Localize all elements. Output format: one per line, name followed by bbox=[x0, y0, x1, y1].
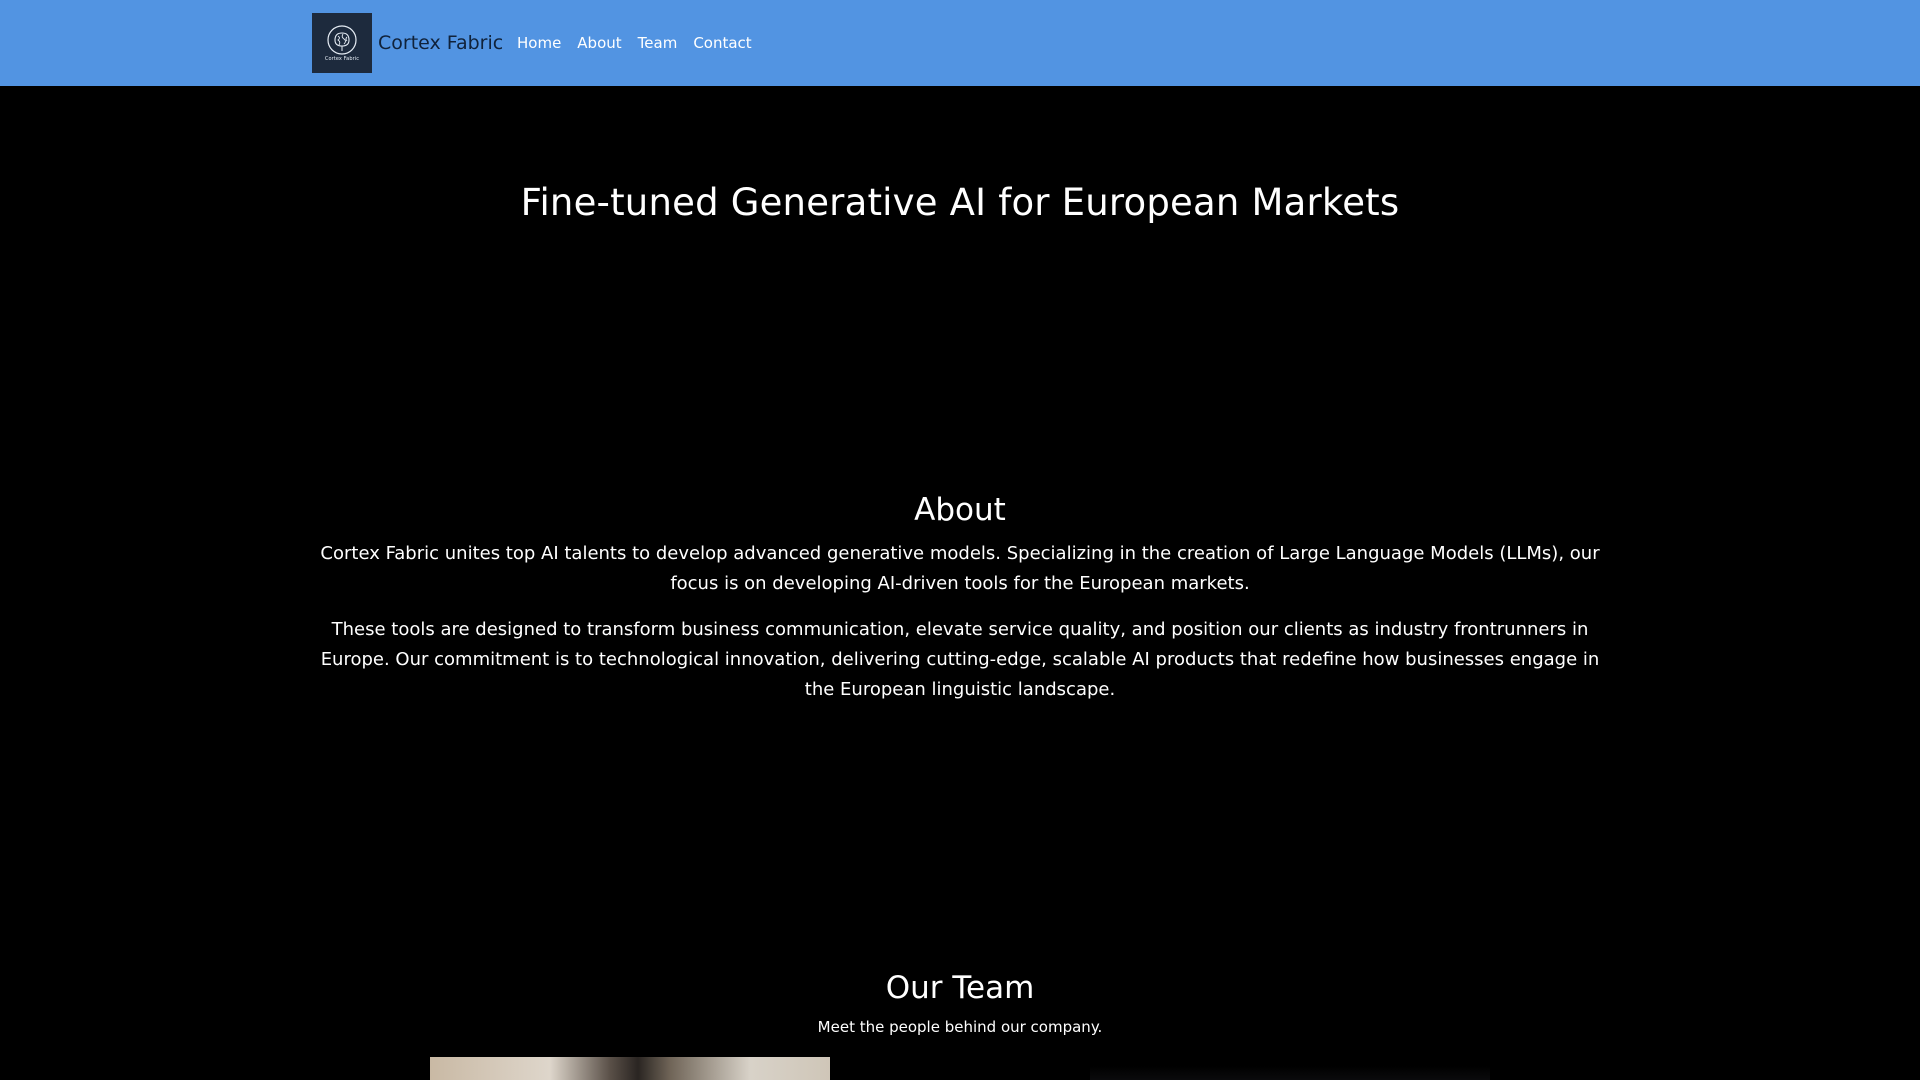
logo-text: Cortex Fabric bbox=[324, 55, 360, 62]
nav-link-about[interactable]: About bbox=[577, 31, 621, 55]
about-paragraph-1: Cortex Fabric unites top AI talents to d… bbox=[320, 543, 1600, 594]
hero-title: Fine-tuned Generative AI for European Ma… bbox=[520, 181, 1400, 224]
team-member-photo-2 bbox=[1090, 1066, 1490, 1080]
nav-link-home[interactable]: Home bbox=[517, 31, 561, 55]
main-nav: Home About Team Contact bbox=[517, 31, 768, 55]
nav-link-contact[interactable]: Contact bbox=[693, 31, 751, 55]
about-paragraph-2: These tools are designed to transform bu… bbox=[320, 619, 1600, 700]
nav-link-team[interactable]: Team bbox=[638, 31, 678, 55]
brand-name[interactable]: Cortex Fabric bbox=[378, 32, 503, 54]
about-title: About bbox=[914, 492, 1006, 528]
navbar: Cortex Fabric Cortex Fabric Home About T… bbox=[0, 0, 1920, 86]
team-title: Our Team bbox=[885, 970, 1035, 1006]
brain-logo-icon: Cortex Fabric bbox=[312, 13, 372, 73]
brand-link[interactable]: Cortex Fabric Cortex Fabric bbox=[312, 13, 503, 73]
team-member-photo bbox=[430, 1057, 830, 1080]
team-subtitle: Meet the people behind our company. bbox=[817, 1018, 1103, 1036]
